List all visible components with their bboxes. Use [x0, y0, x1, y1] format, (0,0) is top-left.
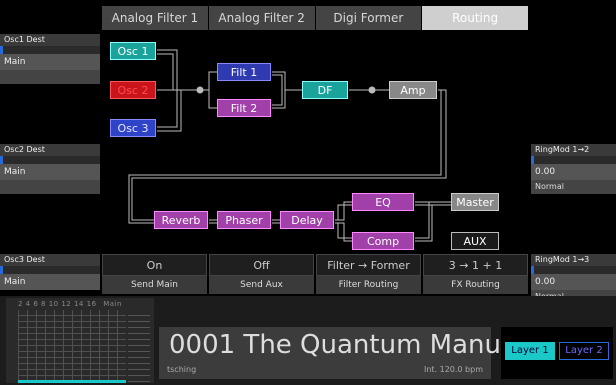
routing-diagram: Osc 1 Osc 2 Osc 3 Filt 1 Filt 2 DF Amp R… [102, 31, 528, 253]
meter-scale-numbers: 2 4 6 8 10 12 14 16 [18, 300, 97, 308]
filter-routing-control[interactable]: Filter → Former Filter Routing [316, 254, 421, 294]
osc3-dest-title: Osc3 Dest [0, 254, 100, 266]
send-main-label: Send Main [102, 276, 207, 294]
filter-routing-value[interactable]: Filter → Former [316, 254, 421, 276]
send-main-value[interactable]: On [102, 254, 207, 276]
osc1-dest-slot[interactable]: Osc1 Dest Main [0, 34, 100, 106]
fx-routing-label: FX Routing [423, 276, 528, 294]
meter-scale-label: 2 4 6 8 10 12 14 16 Main [18, 300, 122, 308]
reverb-node[interactable]: Reverb [154, 211, 208, 229]
patch-author: tsching [167, 365, 197, 374]
level-meter: 2 4 6 8 10 12 14 16 Main [6, 298, 154, 383]
comp-node[interactable]: Comp [352, 232, 414, 250]
digi-former-node[interactable]: DF [302, 81, 348, 99]
osc3-dest-bar [0, 266, 100, 274]
send-aux-value[interactable]: Off [209, 254, 314, 276]
meter-grid [18, 310, 126, 382]
ringmod-1-3-bar [531, 266, 616, 274]
df-amp-dot [368, 86, 376, 94]
filter-2-node[interactable]: Filt 2 [217, 99, 271, 117]
fx-routing-value[interactable]: 3 → 1 + 1 [423, 254, 528, 276]
layer-2-button[interactable]: Layer 2 [559, 342, 609, 360]
send-aux-control[interactable]: Off Send Aux [209, 254, 314, 294]
footer-bar: 2 4 6 8 10 12 14 16 Main 0001 The Quantu… [0, 296, 616, 385]
junction-dot [196, 86, 204, 94]
osc2-dest-slot[interactable]: Osc2 Dest Main [0, 144, 100, 216]
master-node[interactable]: Master [451, 193, 499, 211]
tab-analog-filter-2[interactable]: Analog Filter 2 [208, 6, 315, 30]
osc1-dest-sub [0, 70, 100, 84]
phaser-node[interactable]: Phaser [217, 211, 271, 229]
ringmod-1-2-value[interactable]: 0.00 [531, 164, 616, 180]
osc-3-node[interactable]: Osc 3 [110, 119, 156, 137]
ringmod-1-2-mode: Normal [531, 180, 616, 194]
tab-analog-filter-1[interactable]: Analog Filter 1 [102, 6, 208, 30]
ringmod-1-3-value[interactable]: 0.00 [531, 274, 616, 290]
layer-1-button[interactable]: Layer 1 [505, 342, 555, 360]
ringmod-1-2-title: RingMod 1→2 [531, 144, 616, 156]
meter-activity-strip [18, 380, 126, 383]
patch-tempo: Int. 120.0 bpm [423, 365, 483, 374]
tab-bar: Analog Filter 1 Analog Filter 2 Digi For… [102, 6, 528, 30]
osc1-dest-bar [0, 46, 100, 54]
ringmod-1-2-bar [531, 156, 616, 164]
ringmod-1-3-title: RingMod 1→3 [531, 254, 616, 266]
filter-1-node[interactable]: Filt 1 [217, 63, 271, 81]
osc2-dest-sub [0, 180, 100, 194]
osc-2-node[interactable]: Osc 2 [110, 81, 156, 99]
amp-node[interactable]: Amp [389, 81, 437, 99]
tab-digi-former[interactable]: Digi Former [315, 6, 422, 30]
eq-node[interactable]: EQ [352, 193, 414, 211]
osc2-dest-bar [0, 156, 100, 164]
meter-main-column [128, 310, 150, 382]
patch-name: 0001 The Quantum Manual [169, 330, 525, 360]
delay-node[interactable]: Delay [280, 211, 334, 229]
fx-routing-control[interactable]: 3 → 1 + 1 FX Routing [423, 254, 528, 294]
aux-node[interactable]: AUX [451, 232, 499, 250]
osc2-dest-title: Osc2 Dest [0, 144, 100, 156]
meter-main-label: Main [103, 300, 122, 308]
osc3-dest-value[interactable]: Main [0, 274, 100, 290]
patch-display[interactable]: 0001 The Quantum Manual tsching Int. 120… [159, 327, 524, 379]
osc1-dest-value[interactable]: Main [0, 54, 100, 70]
bottom-controls: On Send Main Off Send Aux Filter → Forme… [102, 254, 528, 294]
layer-selector: Layer 1 Layer 2 [501, 327, 613, 379]
filter-routing-label: Filter Routing [316, 276, 421, 294]
osc1-dest-title: Osc1 Dest [0, 34, 100, 46]
send-aux-label: Send Aux [209, 276, 314, 294]
tab-routing[interactable]: Routing [422, 6, 528, 30]
ringmod-1-2-slot[interactable]: RingMod 1→2 0.00 Normal [531, 144, 616, 216]
send-main-control[interactable]: On Send Main [102, 254, 207, 294]
osc2-dest-value[interactable]: Main [0, 164, 100, 180]
osc-1-node[interactable]: Osc 1 [110, 42, 156, 60]
